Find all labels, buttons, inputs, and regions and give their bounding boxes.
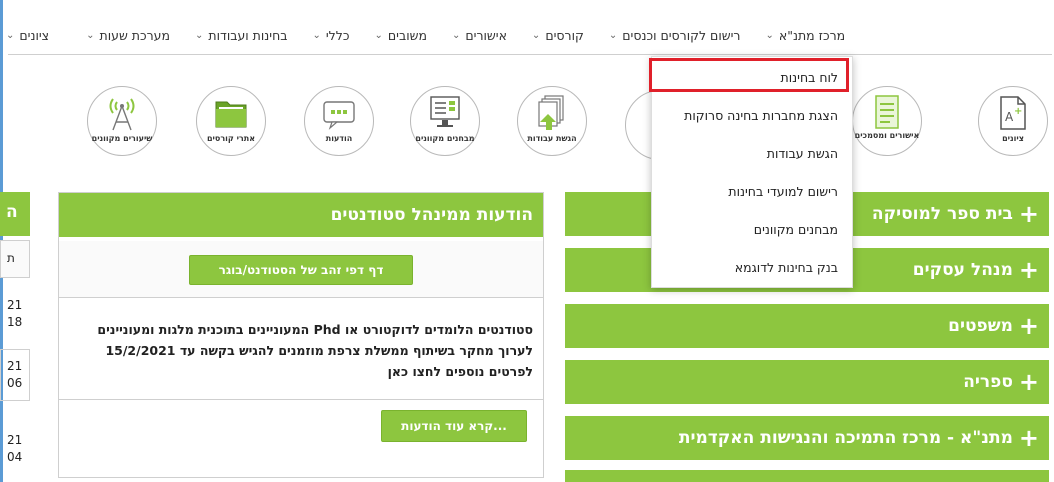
- accordion-label: מנהל עסקים: [912, 260, 1013, 280]
- nav-exams[interactable]: בחינות ועבודות ⌄: [195, 28, 288, 43]
- nav-label: קורסים: [545, 27, 584, 43]
- icon-label: אישורים ומסמכים: [854, 131, 920, 140]
- icon-label: הודעות: [325, 134, 353, 143]
- chevron-down-icon: ⌄: [531, 29, 541, 41]
- nav-label: רישום לקורסים וכנסים: [622, 27, 741, 43]
- plus-icon: +: [1018, 200, 1039, 228]
- nav-courses[interactable]: קורסים ⌄: [532, 28, 584, 43]
- chevron-down-icon: ⌄: [451, 29, 461, 41]
- notice-body: סטודנטים הלומדים לדוקטורט או Phd המעוניי…: [63, 319, 533, 382]
- icon-label: ציונים: [1002, 134, 1024, 143]
- chevron-down-icon: ⌄: [374, 29, 383, 41]
- grades-shortcut[interactable]: A + ציונים: [978, 86, 1048, 156]
- date-fragment: 21: [7, 298, 23, 312]
- nav-registration[interactable]: רישום לקורסים וכנסים ⌄: [609, 28, 741, 43]
- date-fragment: 04: [7, 450, 23, 464]
- menu-item-sample-exams[interactable]: בנק בחינות לדוגמא: [735, 260, 838, 275]
- chevron-down-icon: ⌄: [194, 29, 204, 41]
- nav-grades[interactable]: ציונים ⌄: [6, 28, 49, 43]
- notice-line: לערוך מחקר בשיתוף ממשלת צרפת מוזמנים להג…: [105, 343, 533, 358]
- icon-label: שיעורים מקוונים: [91, 134, 153, 143]
- online-exams-shortcut[interactable]: מבחנים מקוונים: [410, 86, 480, 156]
- student-notices-panel: הודעות ממינהל סטודנטים דף דפי זהב של הסט…: [58, 192, 544, 478]
- document-list-icon: [875, 95, 899, 129]
- chevron-down-icon: ⌄: [765, 29, 774, 41]
- notice-line: סטודנטים הלומדים לדוקטורט או Phd המעוניי…: [97, 322, 533, 337]
- course-sites-shortcut[interactable]: אתרי קורסים: [196, 86, 266, 156]
- folder-icon: [215, 101, 247, 128]
- broadcast-antenna-icon: [109, 98, 135, 131]
- svg-text:A: A: [1005, 110, 1014, 124]
- top-navigation: ציונים ⌄ מערכת שעות ⌄ בחינות ועבודות ⌄ כללי…: [6, 20, 1052, 50]
- nav-general[interactable]: כללי ⌄: [312, 28, 349, 43]
- nav-approvals[interactable]: אישורים ⌄: [452, 28, 507, 43]
- plus-icon: +: [1018, 256, 1039, 284]
- nav-label: כללי: [325, 27, 350, 43]
- highlight-box: [649, 58, 849, 92]
- icon-label: אתרי קורסים: [206, 134, 256, 143]
- gold-pages-button[interactable]: דף דפי זהב של הסטודנט/בוגר: [189, 255, 413, 285]
- nav-matana-center[interactable]: מרכז מתנ"א ⌄: [765, 28, 845, 43]
- nav-schedule[interactable]: מערכת שעות ⌄: [86, 28, 170, 43]
- accordion-next-edge: [565, 470, 1049, 482]
- online-lessons-shortcut[interactable]: שיעורים מקוונים: [87, 86, 157, 156]
- date-fragment: 06: [7, 376, 23, 390]
- accordion-label: מתנ"א - מרכז התמיכה והנגישות האקדמית: [678, 428, 1013, 448]
- accordion-library[interactable]: + ספריה: [565, 360, 1049, 404]
- online-exam-icon: [430, 96, 460, 127]
- plus-icon: +: [1018, 368, 1039, 396]
- date-fragment: 21: [7, 433, 23, 447]
- nav-label: ציונים: [19, 27, 50, 43]
- icon-label: הגשת עבודות: [527, 134, 577, 143]
- left-panel-header: ה: [0, 192, 30, 236]
- date-fragment: 18: [7, 315, 23, 329]
- grades-doc-icon: A +: [1000, 96, 1026, 130]
- nav-label: מרכז מתנ"א: [778, 27, 846, 43]
- menu-item-online-exams[interactable]: מבחנים מקוונים: [754, 222, 838, 237]
- documents-shortcut[interactable]: אישורים ומסמכים: [852, 86, 922, 156]
- notice-more-link[interactable]: לפרטים נוספים לחצו כאן: [63, 361, 533, 382]
- menu-item-submit-work[interactable]: הגשת עבודות: [767, 146, 838, 161]
- icon-label: מבחנים מקוונים: [415, 134, 475, 143]
- left-panel-col: ת: [7, 251, 15, 265]
- chevron-down-icon: ⌄: [608, 29, 618, 41]
- nav-label: בחינות ועבודות: [208, 27, 288, 43]
- button-label: קרא עוד הודעות...: [401, 419, 507, 433]
- messages-shortcut[interactable]: הודעות: [304, 86, 374, 156]
- submit-work-shortcut[interactable]: הגשת עבודות: [517, 86, 587, 156]
- upload-docs-icon: [538, 95, 564, 130]
- menu-item-exam-registration[interactable]: רישום למועדי בחינות: [728, 184, 838, 199]
- left-panel-date: 21 18: [7, 297, 22, 331]
- accordion-matana[interactable]: + מתנ"א - מרכז התמיכה והנגישות האקדמית: [565, 416, 1049, 460]
- svg-text:+: +: [1014, 106, 1022, 117]
- notices-header: הודעות ממינהל סטודנטים: [59, 193, 543, 237]
- left-panel-subheader: ת: [0, 240, 30, 278]
- nav-label: מערכת שעות: [99, 27, 170, 43]
- nav-label: משובים: [387, 27, 427, 43]
- plus-icon: +: [1018, 312, 1039, 340]
- left-cutoff-panel: ה ת 21 18 21 06 21 04: [0, 192, 30, 482]
- left-panel-date: 21 06: [7, 358, 22, 392]
- accordion-label: בית ספר למוסיקה: [871, 204, 1013, 224]
- left-panel-title: ה: [6, 202, 18, 222]
- button-label: דף דפי זהב של הסטודנט/בוגר: [218, 263, 384, 277]
- notices-title: הודעות ממינהל סטודנטים: [330, 205, 533, 225]
- chevron-down-icon: ⌄: [312, 29, 321, 41]
- chat-bubble-icon: [323, 101, 355, 130]
- date-fragment: 21: [7, 359, 23, 373]
- accordion-label: משפטים: [948, 316, 1013, 336]
- notices-divider: [59, 399, 543, 400]
- left-panel-row: 21 06: [0, 349, 30, 401]
- plus-icon: +: [1018, 424, 1039, 452]
- accordion-label: ספריה: [963, 372, 1013, 392]
- nav-label: אישורים: [465, 27, 507, 43]
- accordion-law[interactable]: + משפטים: [565, 304, 1049, 348]
- menu-item-scanned-notebooks[interactable]: הצגת מחברות בחינה סרוקות: [684, 108, 838, 123]
- chevron-down-icon: ⌄: [6, 29, 15, 41]
- nav-divider: [8, 54, 1052, 55]
- chevron-down-icon: ⌄: [86, 29, 95, 41]
- nav-feedback[interactable]: משובים ⌄: [375, 28, 427, 43]
- more-notices-button[interactable]: קרא עוד הודעות...: [381, 410, 527, 442]
- left-panel-date: 21 04: [7, 432, 22, 466]
